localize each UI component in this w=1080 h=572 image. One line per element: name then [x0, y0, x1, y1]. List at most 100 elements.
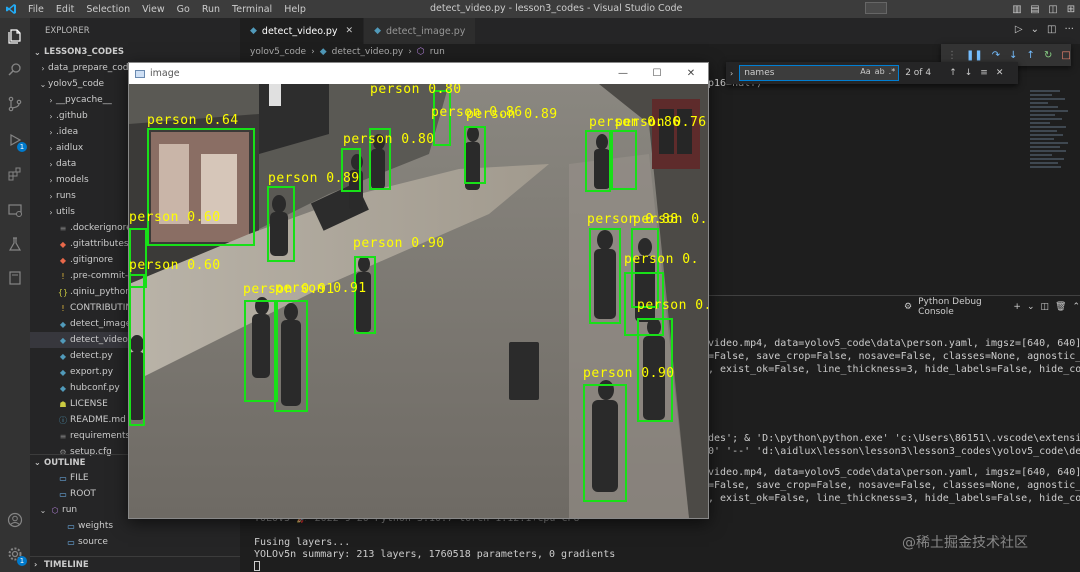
- workspace-section-header[interactable]: ⌄ LESSON3_CODES: [30, 44, 240, 60]
- detection-label: person 0.8: [633, 212, 708, 227]
- activity-bar: 1 1: [0, 18, 30, 572]
- close-icon[interactable]: ✕: [996, 68, 1004, 78]
- detection-label: person 0.76: [615, 115, 707, 130]
- variable-symbol-icon: ▭: [59, 489, 67, 499]
- previous-match-icon[interactable]: ↑: [949, 68, 957, 78]
- split-terminal-icon[interactable]: ◫: [1041, 302, 1050, 312]
- find-query: names: [744, 68, 775, 78]
- menu-run[interactable]: Run: [196, 4, 226, 15]
- remote-explorer-icon[interactable]: [5, 200, 25, 220]
- restart-icon[interactable]: ↻: [1044, 50, 1052, 61]
- maximize-panel-icon[interactable]: ⌃: [1072, 302, 1080, 312]
- find-input[interactable]: names Aa ab .*: [739, 65, 900, 81]
- terminal-line: Fusing layers...: [254, 537, 351, 548]
- terminal-dropdown[interactable]: Python Debug Console: [918, 297, 1007, 317]
- menu-go[interactable]: Go: [171, 4, 196, 15]
- step-out-icon[interactable]: ↑: [1027, 50, 1035, 61]
- notebook-icon[interactable]: [5, 268, 25, 288]
- json-file-icon: {}: [57, 287, 69, 297]
- vscode-window: File Edit Selection View Go Run Terminal Help d…: [0, 0, 1080, 572]
- split-editor-icon[interactable]: ◫: [1047, 24, 1056, 35]
- source-control-icon[interactable]: [5, 94, 25, 114]
- variable-symbol-icon: ▭: [67, 521, 75, 531]
- stop-icon[interactable]: □: [1061, 50, 1070, 61]
- drag-handle-icon[interactable]: ⋮: [947, 50, 957, 61]
- layout-customize-icon[interactable]: ⊞: [1062, 0, 1080, 18]
- python-file-icon: ◆: [59, 351, 67, 361]
- timeline-section-header[interactable]: › TIMELINE: [30, 556, 240, 572]
- layout-sidebar-icon[interactable]: ▥: [1008, 0, 1026, 18]
- tab-detect-image[interactable]: ◆ detect_image.py: [364, 18, 477, 44]
- detection-box: [274, 300, 308, 412]
- breadcrumb-folder[interactable]: yolov5_code: [250, 47, 306, 57]
- info-file-icon: !: [61, 271, 65, 281]
- menu-selection[interactable]: Selection: [80, 4, 136, 15]
- outline-item-label: FILE: [70, 473, 89, 483]
- explorer-icon[interactable]: [5, 26, 25, 46]
- breadcrumb: yolov5_code › ◆ detect_video.py › ⬡ run: [240, 44, 445, 60]
- regex-toggle[interactable]: .*: [889, 67, 896, 76]
- find-widget: › names Aa ab .* 2 of 4 ↑ ↓ ≡ ✕: [726, 62, 1018, 84]
- vscode-logo-icon: [0, 0, 22, 18]
- outline-item[interactable]: ▭ weights: [30, 518, 240, 534]
- terminal-line: video.mp4, data=yolov5_code\data\person.…: [708, 338, 1080, 349]
- terminal-text: 0' '--' 'd:\aidlux\lesson\lesson3\lesson…: [708, 446, 1080, 457]
- menu-terminal[interactable]: Terminal: [226, 4, 278, 15]
- terminal-line: des'; & 'D:\python\python.exe' 'c:\Users…: [708, 433, 1080, 444]
- breadcrumb-file[interactable]: detect_video.py: [332, 47, 404, 57]
- breadcrumb-symbol[interactable]: run: [430, 47, 445, 57]
- image-window[interactable]: image — ☐ ✕ person 0.64 person 0.80 pers…: [128, 62, 709, 519]
- next-match-icon[interactable]: ↓: [965, 68, 973, 78]
- testing-icon[interactable]: [5, 234, 25, 254]
- layout-toggle-icon[interactable]: [865, 2, 887, 14]
- detection-label: person 0.80: [370, 84, 462, 97]
- tree-item-label: .gitattributes: [70, 239, 129, 249]
- trash-icon[interactable]: 🗑: [1055, 302, 1066, 312]
- chevron-right-icon: ›: [49, 143, 53, 153]
- menu-edit[interactable]: Edit: [50, 4, 80, 15]
- function-symbol-icon: ⬡: [416, 47, 425, 57]
- outline-item[interactable]: ▭ source: [30, 534, 240, 550]
- match-whole-word-toggle[interactable]: ab: [875, 67, 885, 76]
- find-in-selection-icon[interactable]: ≡: [980, 68, 988, 78]
- run-debug-icon[interactable]: 1: [5, 130, 27, 152]
- chevron-down-icon[interactable]: ⌄: [1031, 24, 1039, 35]
- terminal-line: 0' '--' 'd:\aidlux\lesson\lesson3\lesson…: [708, 446, 1080, 457]
- chevron-right-icon: ›: [41, 63, 45, 73]
- tree-item-label: export.py: [70, 367, 114, 377]
- image-window-titlebar[interactable]: image — ☐ ✕: [129, 63, 708, 84]
- account-icon[interactable]: [5, 510, 25, 530]
- terminal-line: video.mp4, data=yolov5_code\data\person.…: [708, 467, 1080, 478]
- step-over-icon[interactable]: ↷: [992, 50, 1000, 61]
- image-app-icon: [135, 69, 145, 78]
- layout-secondary-icon[interactable]: ◫: [1044, 0, 1062, 18]
- chevron-right-icon[interactable]: ›: [730, 69, 733, 78]
- chevron-right-icon: ›: [49, 191, 53, 201]
- menu-file[interactable]: File: [22, 4, 50, 15]
- tab-detect-video[interactable]: ◆ detect_video.py ✕: [240, 18, 365, 44]
- manage-gear-icon[interactable]: 1: [5, 544, 27, 566]
- close-tab-icon[interactable]: ✕: [346, 26, 354, 36]
- menu-help[interactable]: Help: [278, 4, 312, 15]
- chevron-down-icon[interactable]: ⌄: [1027, 302, 1035, 312]
- terminal-line: , exist_ok=False, line_thickness=3, hide…: [708, 364, 1080, 375]
- close-icon[interactable]: ✕: [674, 63, 708, 84]
- git-file-icon: ◆: [59, 255, 67, 265]
- more-actions-icon[interactable]: ···: [1064, 24, 1074, 35]
- search-icon[interactable]: [5, 60, 25, 80]
- pause-icon[interactable]: ❚❚: [966, 50, 983, 61]
- editor-tabs: ◆ detect_video.py ✕ ◆ detect_image.py ▷ …: [240, 18, 1080, 44]
- image-window-title: image: [150, 68, 180, 79]
- layout-panel-icon[interactable]: ▤: [1026, 0, 1044, 18]
- markdown-file-icon: ⓘ: [59, 415, 67, 425]
- new-terminal-icon[interactable]: +: [1013, 302, 1021, 312]
- extensions-icon[interactable]: [5, 164, 25, 184]
- minimap[interactable]: [1030, 88, 1070, 268]
- minimize-icon[interactable]: —: [606, 63, 640, 84]
- maximize-icon[interactable]: ☐: [640, 63, 674, 84]
- menu-view[interactable]: View: [136, 4, 171, 15]
- watermark-text: @稀土掘金技术社区: [902, 535, 1028, 551]
- run-file-icon[interactable]: ▷: [1015, 24, 1023, 35]
- step-into-icon[interactable]: ↓: [1009, 50, 1017, 61]
- match-case-toggle[interactable]: Aa: [860, 67, 870, 76]
